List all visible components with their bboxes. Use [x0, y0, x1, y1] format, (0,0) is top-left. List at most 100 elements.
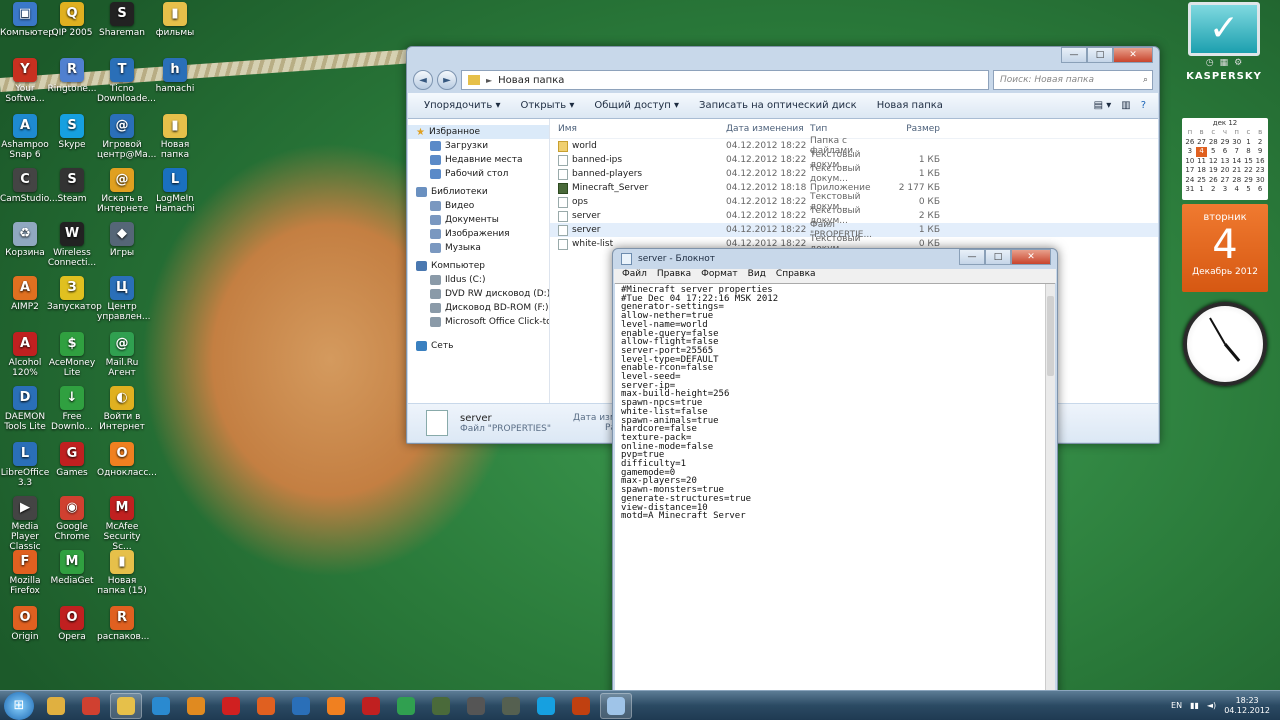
column-size[interactable]: Размер: [890, 124, 940, 134]
column-date[interactable]: Дата изменения: [726, 124, 810, 134]
forward-button[interactable]: ►: [437, 70, 457, 90]
desktop-icon[interactable]: M McAfee Security Sc...: [97, 496, 147, 552]
calendar-day[interactable]: 12: [1207, 157, 1219, 167]
calendar-day[interactable]: 27: [1219, 176, 1231, 186]
view-options-icon[interactable]: ▤ ▾: [1094, 100, 1112, 111]
desktop-icon[interactable]: A AIMP2: [0, 276, 50, 312]
help-icon[interactable]: ?: [1141, 100, 1146, 111]
desktop-icon[interactable]: ♻ Корзина: [0, 222, 50, 258]
desktop-icon[interactable]: ▮ фильмы: [150, 2, 200, 38]
desktop-icon[interactable]: O Opera: [47, 606, 97, 642]
nav-computer[interactable]: Компьютер: [408, 259, 549, 273]
file-row[interactable]: banned-players 04.12.2012 18:22 Текстовый …: [550, 164, 1158, 184]
calendar-day[interactable]: 26: [1184, 138, 1196, 148]
minimize-button[interactable]: —: [959, 249, 985, 265]
column-name[interactable]: Имя: [550, 124, 726, 134]
tray-clock[interactable]: 18:23 04.12.2012: [1224, 696, 1270, 716]
date-gadget[interactable]: вторник 4 Декабрь 2012: [1182, 204, 1268, 292]
nav-item[interactable]: Дисковод BD-ROM (F:) Call: [408, 301, 549, 315]
calendar-day[interactable]: 28: [1231, 176, 1243, 186]
grid-icon[interactable]: ▦: [1220, 58, 1229, 68]
calendar-day[interactable]: 14: [1231, 157, 1243, 167]
menu-item[interactable]: Формат: [701, 269, 738, 283]
maximize-button[interactable]: □: [1087, 47, 1113, 63]
desktop-icon[interactable]: ◉ Google Chrome: [47, 496, 97, 542]
calendar-day[interactable]: 28: [1207, 138, 1219, 148]
calendar-day[interactable]: 27: [1196, 138, 1208, 148]
desktop-icon[interactable]: h hamachi: [150, 58, 200, 94]
calendar-day[interactable]: 19: [1207, 166, 1219, 176]
taskbar-item-opera[interactable]: [355, 693, 387, 719]
taskbar-item-notepad[interactable]: [600, 692, 632, 719]
nav-favorites[interactable]: ★ Избранное: [408, 125, 549, 139]
desktop-icon[interactable]: T Ticno Downloade...: [97, 58, 156, 104]
calendar-gadget[interactable]: дек 12 п в с ч п с в 26 27 28 29 30 1 2 3 4 5 6 7 8 9 10 11 12 1…: [1182, 118, 1268, 200]
calendar-day[interactable]: 13: [1219, 157, 1231, 167]
desktop-icon[interactable]: Y Your Softwa...: [0, 58, 50, 104]
notepad-text[interactable]: #Minecraft server properties #Tue Dec 04…: [615, 284, 1045, 703]
calendar-day[interactable]: 6: [1219, 147, 1231, 157]
desktop-icon[interactable]: Rраспаков...: [97, 606, 149, 642]
calendar-day[interactable]: 3: [1184, 147, 1196, 157]
taskbar-item-skyrim[interactable]: [460, 693, 492, 719]
desktop-icon[interactable]: Ц Центр управлен...: [97, 276, 151, 322]
taskbar-item-chrome[interactable]: [75, 693, 107, 719]
language-indicator[interactable]: EN: [1171, 701, 1182, 710]
open-button[interactable]: Открыть ▾: [520, 100, 574, 111]
desktop-icon[interactable]: @ Mail.Ru Агент: [97, 332, 147, 378]
desktop-icon[interactable]: A Alcohol 120%: [0, 332, 50, 378]
column-type[interactable]: Тип: [810, 124, 890, 134]
nav-item[interactable]: Изображения: [408, 227, 549, 241]
desktop-icon[interactable]: ↓ Free Downlo...: [47, 386, 97, 432]
calendar-day[interactable]: 3: [1219, 185, 1231, 195]
desktop-icon[interactable]: O Origin: [0, 606, 50, 642]
calendar-day[interactable]: 6: [1254, 185, 1266, 195]
taskbar-item-explorer-folder[interactable]: [110, 692, 142, 719]
preview-pane-icon[interactable]: ▥: [1121, 100, 1130, 111]
nav-item[interactable]: Документы: [408, 213, 549, 227]
desktop-icon[interactable]: R Ringtone...: [47, 58, 97, 94]
desktop-icon[interactable]: D DAEMON Tools Lite: [0, 386, 50, 432]
calendar-day[interactable]: 5: [1243, 185, 1255, 195]
desktop-icon[interactable]: @ Искать в Интернете: [97, 168, 148, 214]
desktop-icon[interactable]: C CamStudio...: [0, 168, 58, 204]
taskbar-item-mail[interactable]: [285, 693, 317, 719]
desktop-icon[interactable]: $ AceMoney Lite: [47, 332, 97, 378]
calendar-day[interactable]: 1: [1243, 138, 1255, 148]
menu-item[interactable]: Вид: [748, 269, 766, 283]
network-tray-icon[interactable]: ▮▮: [1190, 701, 1199, 710]
calendar-day[interactable]: 24: [1184, 176, 1196, 186]
nav-item[interactable]: Видео: [408, 199, 549, 213]
share-button[interactable]: Общий доступ ▾: [594, 100, 679, 111]
calendar-day[interactable]: 29: [1219, 138, 1231, 148]
desktop-icon[interactable]: Q QIP 2005: [47, 2, 97, 38]
clock-gadget[interactable]: [1183, 302, 1267, 386]
calendar-day[interactable]: 30: [1231, 138, 1243, 148]
calendar-day[interactable]: 20: [1219, 166, 1231, 176]
taskbar-item-minecraft[interactable]: [425, 693, 457, 719]
desktop-icon[interactable]: S Steam: [47, 168, 97, 204]
address-bar[interactable]: ► Новая папка: [461, 70, 989, 90]
kaspersky-gadget[interactable]: ✓ ◷ ▦ ⚙ KASPERSKY: [1184, 2, 1264, 114]
notepad-editor[interactable]: #Minecraft server properties #Tue Dec 04…: [615, 283, 1055, 703]
desktop-icon[interactable]: L LogMeIn Hamachi: [150, 168, 200, 214]
menu-item[interactable]: Файл: [622, 269, 647, 283]
minimize-button[interactable]: —: [1061, 47, 1087, 63]
desktop-icon[interactable]: S Shareman: [97, 2, 147, 38]
calendar-day[interactable]: 31: [1184, 185, 1196, 195]
taskbar-item-skype[interactable]: [530, 693, 562, 719]
calendar-day[interactable]: 17: [1184, 166, 1196, 176]
desktop-icon[interactable]: ▮ Новая папка (15): [97, 550, 147, 596]
menu-item[interactable]: Правка: [657, 269, 691, 283]
desktop-icon[interactable]: L LibreOffice 3.3: [0, 442, 50, 488]
calendar-day[interactable]: 26: [1207, 176, 1219, 186]
nav-libraries[interactable]: Библиотеки: [408, 185, 549, 199]
taskbar-item-explorer[interactable]: [40, 693, 72, 719]
nav-item[interactable]: DVD RW дисковод (D:) Jung: [408, 287, 549, 301]
new-folder-button[interactable]: Новая папка: [877, 100, 943, 111]
nav-item[interactable]: Музыка: [408, 241, 549, 255]
calendar-day[interactable]: 22: [1243, 166, 1255, 176]
taskbar-item-yandex[interactable]: [215, 693, 247, 719]
calendar-day[interactable]: 30: [1254, 176, 1266, 186]
burn-button[interactable]: Записать на оптический диск: [699, 100, 857, 111]
